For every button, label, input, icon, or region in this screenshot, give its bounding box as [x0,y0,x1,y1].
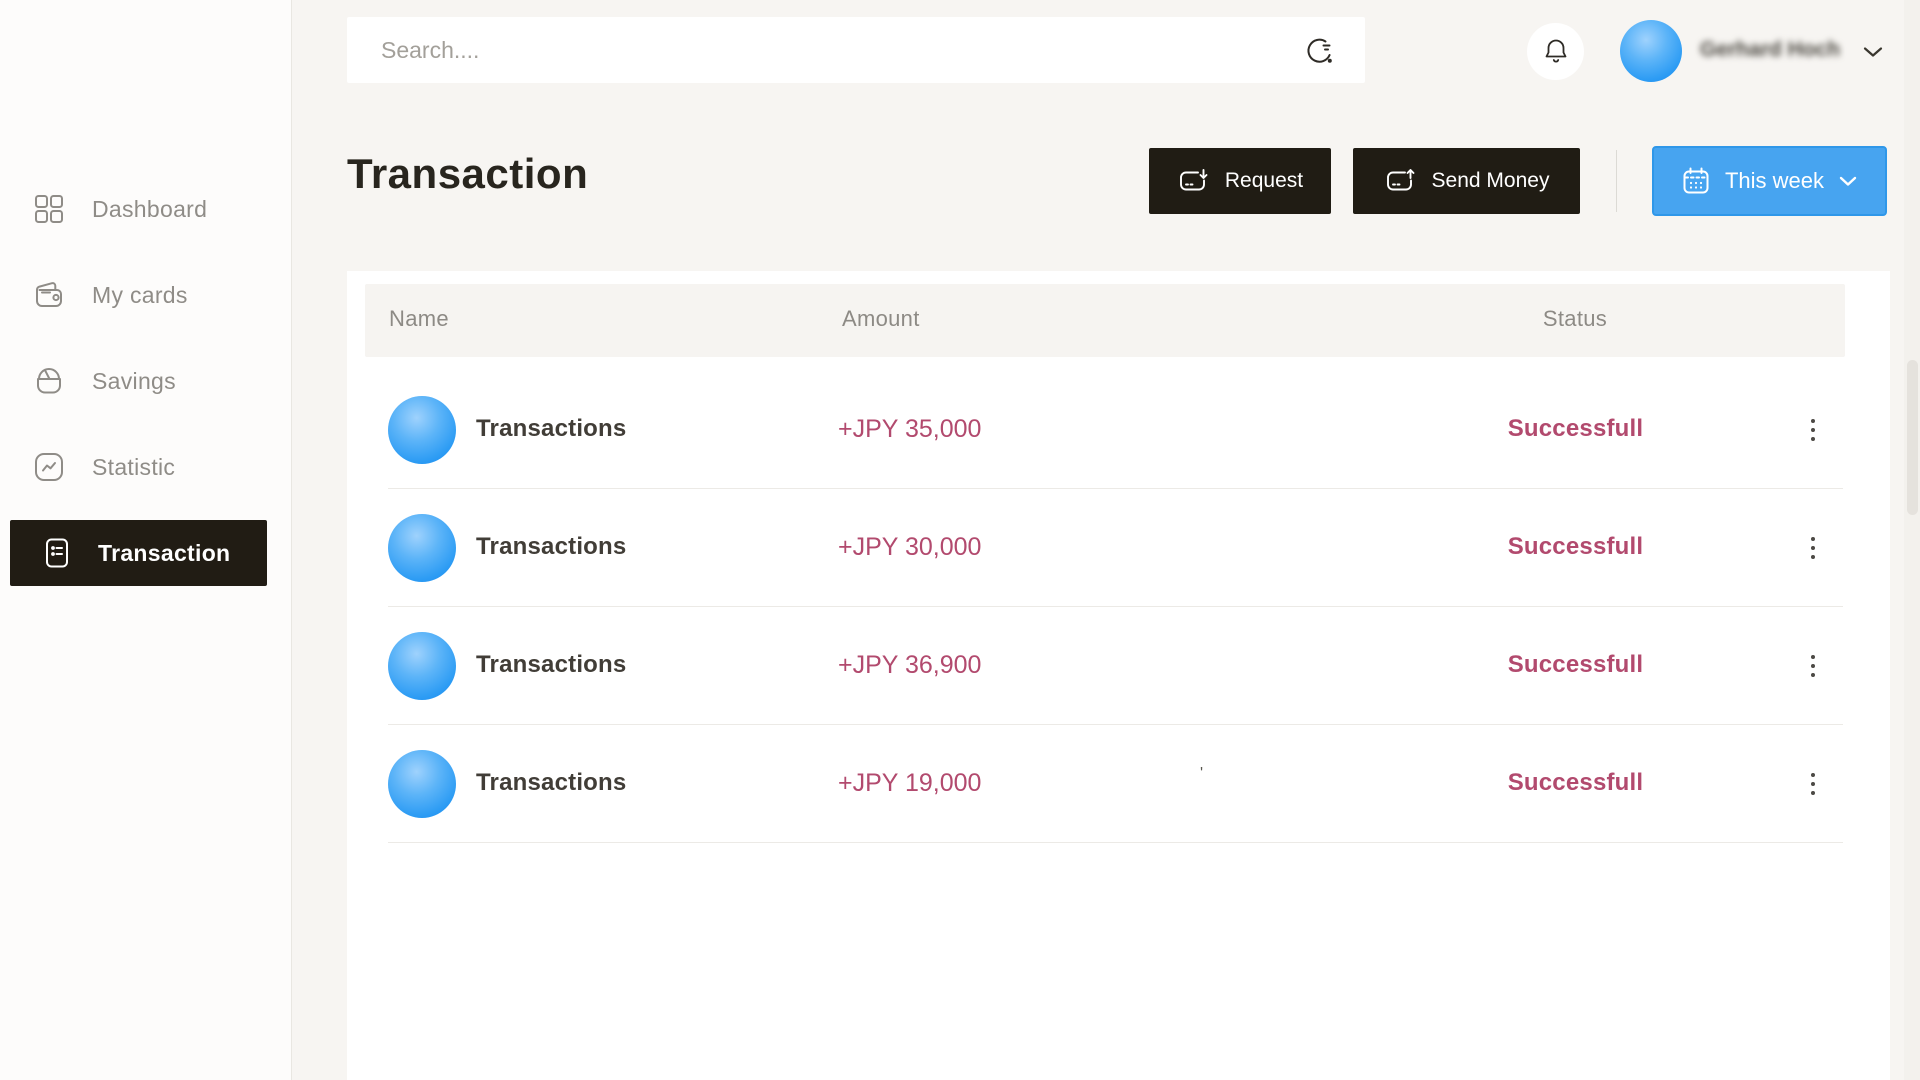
table-row: Transactions +JPY 30,000 Successfull [388,489,1843,607]
transaction-amount: +JPY 35,000 [838,415,981,444]
table-body: Transactions +JPY 35,000 Successfull Tra… [388,371,1843,843]
search-bar [347,17,1365,83]
user-name[interactable]: Gerhard Hoch [1700,38,1858,62]
sidebar-item-savings[interactable]: Savings [0,348,291,414]
statistic-chart-icon [32,452,66,482]
table-row: Transactions +JPY 36,900 Successfull [388,607,1843,725]
table-header: Name Amount Status [365,284,1845,357]
sidebar-item-label: Dashboard [92,196,207,223]
transaction-amount: +JPY 19,000 [838,769,981,798]
period-dropdown-label: This week [1725,168,1824,194]
user-avatar[interactable] [1620,20,1682,82]
card-arrow-up-icon [1384,168,1416,194]
calendar-icon [1681,166,1711,196]
sidebar-nav: Dashboard My cards Saving [0,176,291,586]
card-arrow-down-icon [1177,168,1209,194]
sidebar-item-label: Savings [92,368,176,395]
search-icon[interactable] [1301,32,1339,70]
send-money-button-label: Send Money [1432,169,1550,193]
transaction-amount: +JPY 30,000 [838,533,981,562]
transaction-avatar [388,750,456,818]
sidebar-item-statistic[interactable]: Statistic [0,434,291,500]
period-dropdown[interactable]: This week [1652,146,1887,216]
sidebar-item-label: Transaction [98,540,230,567]
transaction-avatar [388,396,456,464]
transaction-name: Transactions [476,415,626,443]
search-input[interactable] [347,17,1365,83]
sidebar-item-transaction[interactable]: Transaction [10,520,267,586]
dashboard-grid-icon [32,194,66,224]
savings-pot-icon [32,365,66,397]
notifications-button[interactable] [1527,23,1584,80]
row-menu-kebab-icon[interactable] [1800,412,1826,448]
transaction-name: Transactions [476,769,626,797]
transaction-name: Transactions [476,533,626,561]
transaction-amount: +JPY 36,900 [838,651,981,680]
column-header-status: Status [1510,306,1640,332]
table-row: Transactions +JPY 19,000 Successfull [388,725,1843,843]
row-menu-kebab-icon[interactable] [1800,766,1826,802]
table-row: Transactions +JPY 35,000 Successfull [388,371,1843,489]
column-header-amount: Amount [842,306,920,332]
scrollbar-thumb[interactable] [1907,360,1918,515]
column-header-name: Name [389,306,449,332]
sidebar-item-label: My cards [92,282,188,309]
receipt-icon [40,537,74,569]
transaction-status: Successfull [1498,415,1653,443]
transaction-name: Transactions [476,651,626,679]
page-title: Transaction [347,150,588,198]
sidebar: Dashboard My cards Saving [0,0,292,1080]
transaction-status: Successfull [1498,651,1653,679]
transaction-avatar [388,632,456,700]
transaction-status: Successfull [1498,533,1653,561]
sidebar-item-dashboard[interactable]: Dashboard [0,176,291,242]
send-money-button[interactable]: Send Money [1353,148,1580,214]
actions-divider [1616,150,1617,212]
period-chevron-down-icon [1838,175,1858,188]
sidebar-item-my-cards[interactable]: My cards [0,262,291,328]
sidebar-item-label: Statistic [92,454,175,481]
scrollbar-track[interactable] [1904,0,1920,1080]
user-menu-chevron-down-icon[interactable] [1862,45,1884,59]
row-menu-kebab-icon[interactable] [1800,530,1826,566]
request-button[interactable]: Request [1149,148,1331,214]
stray-artifact-mark: ' [1200,765,1203,783]
transaction-avatar [388,514,456,582]
request-button-label: Request [1225,169,1303,193]
bell-icon [1542,37,1570,67]
transaction-status: Successfull [1498,769,1653,797]
transactions-card: Name Amount Status Transactions +JPY 35,… [347,271,1890,1080]
row-menu-kebab-icon[interactable] [1800,648,1826,684]
wallet-icon [32,280,66,310]
